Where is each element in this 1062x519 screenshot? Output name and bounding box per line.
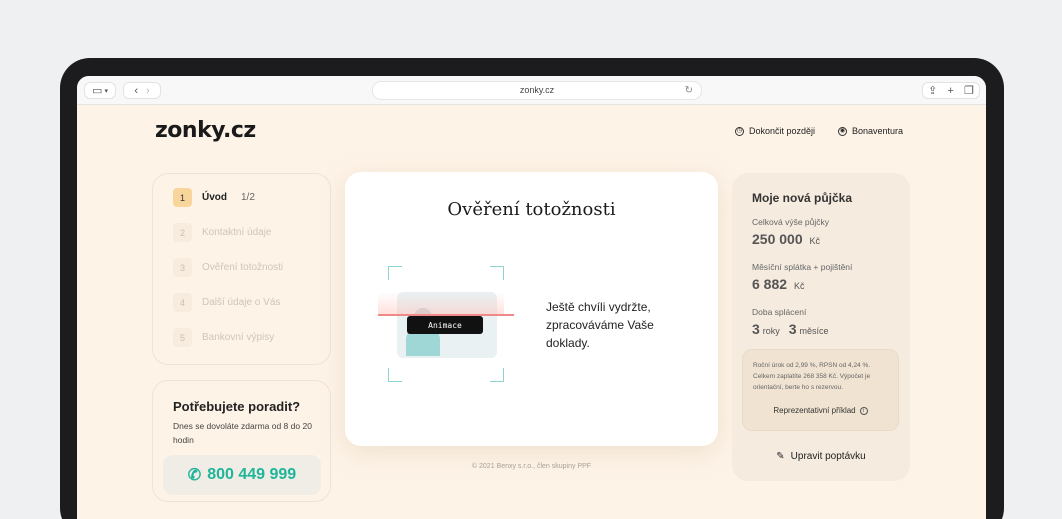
user-name: Bonaventura [852, 126, 904, 136]
page-title: Ověření totožnosti [447, 199, 616, 220]
browser-actions: ⇪ + ❐ [922, 82, 980, 99]
installment-value: 6 882 Kč [752, 276, 809, 292]
step-number: 3 [173, 258, 192, 277]
step-identity: 3 Ověření totožnosti [173, 258, 283, 277]
installment-unit: Kč [793, 281, 805, 291]
step-label: Úvod [202, 192, 227, 203]
example-link-label: Reprezentativní příklad [773, 406, 856, 415]
representative-example-link[interactable]: Reprezentativní příklad i [743, 406, 898, 415]
rate-note: Roční úrok od 2,99 %, RPSN od 4,24 %. Ce… [753, 362, 871, 391]
step-progress: 1/2 [241, 192, 255, 203]
scan-glow [378, 292, 504, 314]
phone-button[interactable]: ✆ 800 449 999 [163, 455, 321, 495]
browser-screen: ▭ ▾ ‹ › zonky.cz ↻ ⇪ + ❐ zonky.cz ◷ Dokon… [77, 76, 986, 519]
scan-corner [388, 266, 402, 280]
back-icon[interactable]: ‹ [134, 85, 138, 97]
id-scan-illustration: Animace [378, 266, 514, 382]
browser-toolbar: ▭ ▾ ‹ › zonky.cz ↻ ⇪ + ❐ [77, 76, 986, 105]
info-icon: i [859, 406, 868, 415]
help-subtitle: Dnes se dovoláte zdarma od 8 do 20 hodin [173, 421, 312, 445]
identity-verification-card: Ověření totožnosti Animace Ještě chvíli … [345, 172, 718, 446]
help-title: Potřebujete poradit? [173, 399, 301, 414]
duration-months: 3 [788, 321, 797, 337]
installment-number: 6 882 [752, 276, 788, 292]
steps-card: 1 Úvod 1/2 2 Kontaktní údaje 3 Ověření t… [152, 173, 331, 365]
step-label: Kontaktní údaje [202, 227, 272, 238]
new-tab-icon[interactable]: + [947, 85, 953, 97]
scan-corner [388, 368, 402, 382]
clock-icon: ◷ [735, 126, 744, 136]
representative-example-box: Roční úrok od 2,99 %, RPSN od 4,24 %. Ce… [742, 349, 899, 431]
navigation-buttons: ‹ › [123, 82, 161, 99]
amount-number: 250 000 [752, 231, 803, 247]
user-icon: ◉ [838, 126, 847, 136]
phone-number: 800 449 999 [207, 466, 297, 483]
reload-icon[interactable]: ↻ [685, 82, 693, 99]
step-number: 4 [173, 293, 192, 312]
scan-corner [490, 368, 504, 382]
loan-title: Moje nová půjčka [752, 191, 853, 205]
pencil-icon: ✎ [776, 451, 785, 462]
step-intro[interactable]: 1 Úvod 1/2 [173, 188, 255, 207]
user-menu[interactable]: ◉ Bonaventura [838, 126, 903, 136]
loan-amount-value: 250 000 Kč [752, 231, 825, 247]
footer-copyright: © 2021 Benxy s.r.o., člen skupiny PPF [471, 463, 592, 470]
url-text: zonky.cz [519, 85, 555, 95]
tabs-overview-icon[interactable]: ❐ [964, 84, 974, 97]
duration-years: 3 [752, 321, 760, 337]
finish-later-button[interactable]: ◷ Dokončit později [735, 126, 815, 136]
scan-corner [490, 266, 504, 280]
address-bar[interactable]: zonky.cz ↻ [372, 81, 702, 100]
duration-label: Doba splácení [752, 307, 807, 317]
step-details: 4 Další údaje o Vás [173, 293, 280, 312]
share-icon[interactable]: ⇪ [928, 84, 937, 97]
step-number: 2 [173, 223, 192, 242]
chevron-down-icon: ▾ [104, 87, 108, 95]
help-card: Potřebujete poradit? Dnes se dovoláte zd… [152, 380, 331, 502]
loan-amount-label: Celková výše půjčky [752, 217, 830, 227]
phone-icon: ✆ [187, 467, 202, 484]
finish-later-label: Dokončit později [749, 126, 816, 136]
duration-months-unit: měsíce [799, 326, 829, 336]
step-label: Další údaje o Vás [202, 297, 281, 308]
step-label: Bankovní výpisy [202, 332, 275, 343]
processing-message: Ještě chvíli vydržte, zpracováváme Vaše … [546, 300, 654, 350]
step-number: 5 [173, 328, 192, 347]
step-bank-statements: 5 Bankovní výpisy [173, 328, 274, 347]
sidebar-icon: ▭ [92, 85, 103, 97]
duration-years-unit: roky [762, 326, 780, 336]
edit-request-button[interactable]: ✎ Upravit poptávku [732, 451, 910, 462]
step-contact: 2 Kontaktní údaje [173, 223, 272, 242]
logo[interactable]: zonky.cz [155, 118, 256, 143]
loan-summary-card: Moje nová půjčka Celková výše půjčky 250… [732, 173, 910, 481]
duration-value: 3 roky 3 měsíce [752, 321, 834, 337]
installment-label: Měsíční splátka + pojištění [752, 262, 853, 272]
amount-unit: Kč [809, 236, 821, 246]
sidebar-toggle-button[interactable]: ▭ ▾ [84, 82, 116, 99]
edit-request-label: Upravit poptávku [790, 451, 866, 462]
step-label: Ověření totožnosti [202, 262, 284, 273]
step-number: 1 [173, 188, 192, 207]
animation-label: Animace [407, 316, 483, 334]
forward-icon[interactable]: › [146, 85, 150, 97]
